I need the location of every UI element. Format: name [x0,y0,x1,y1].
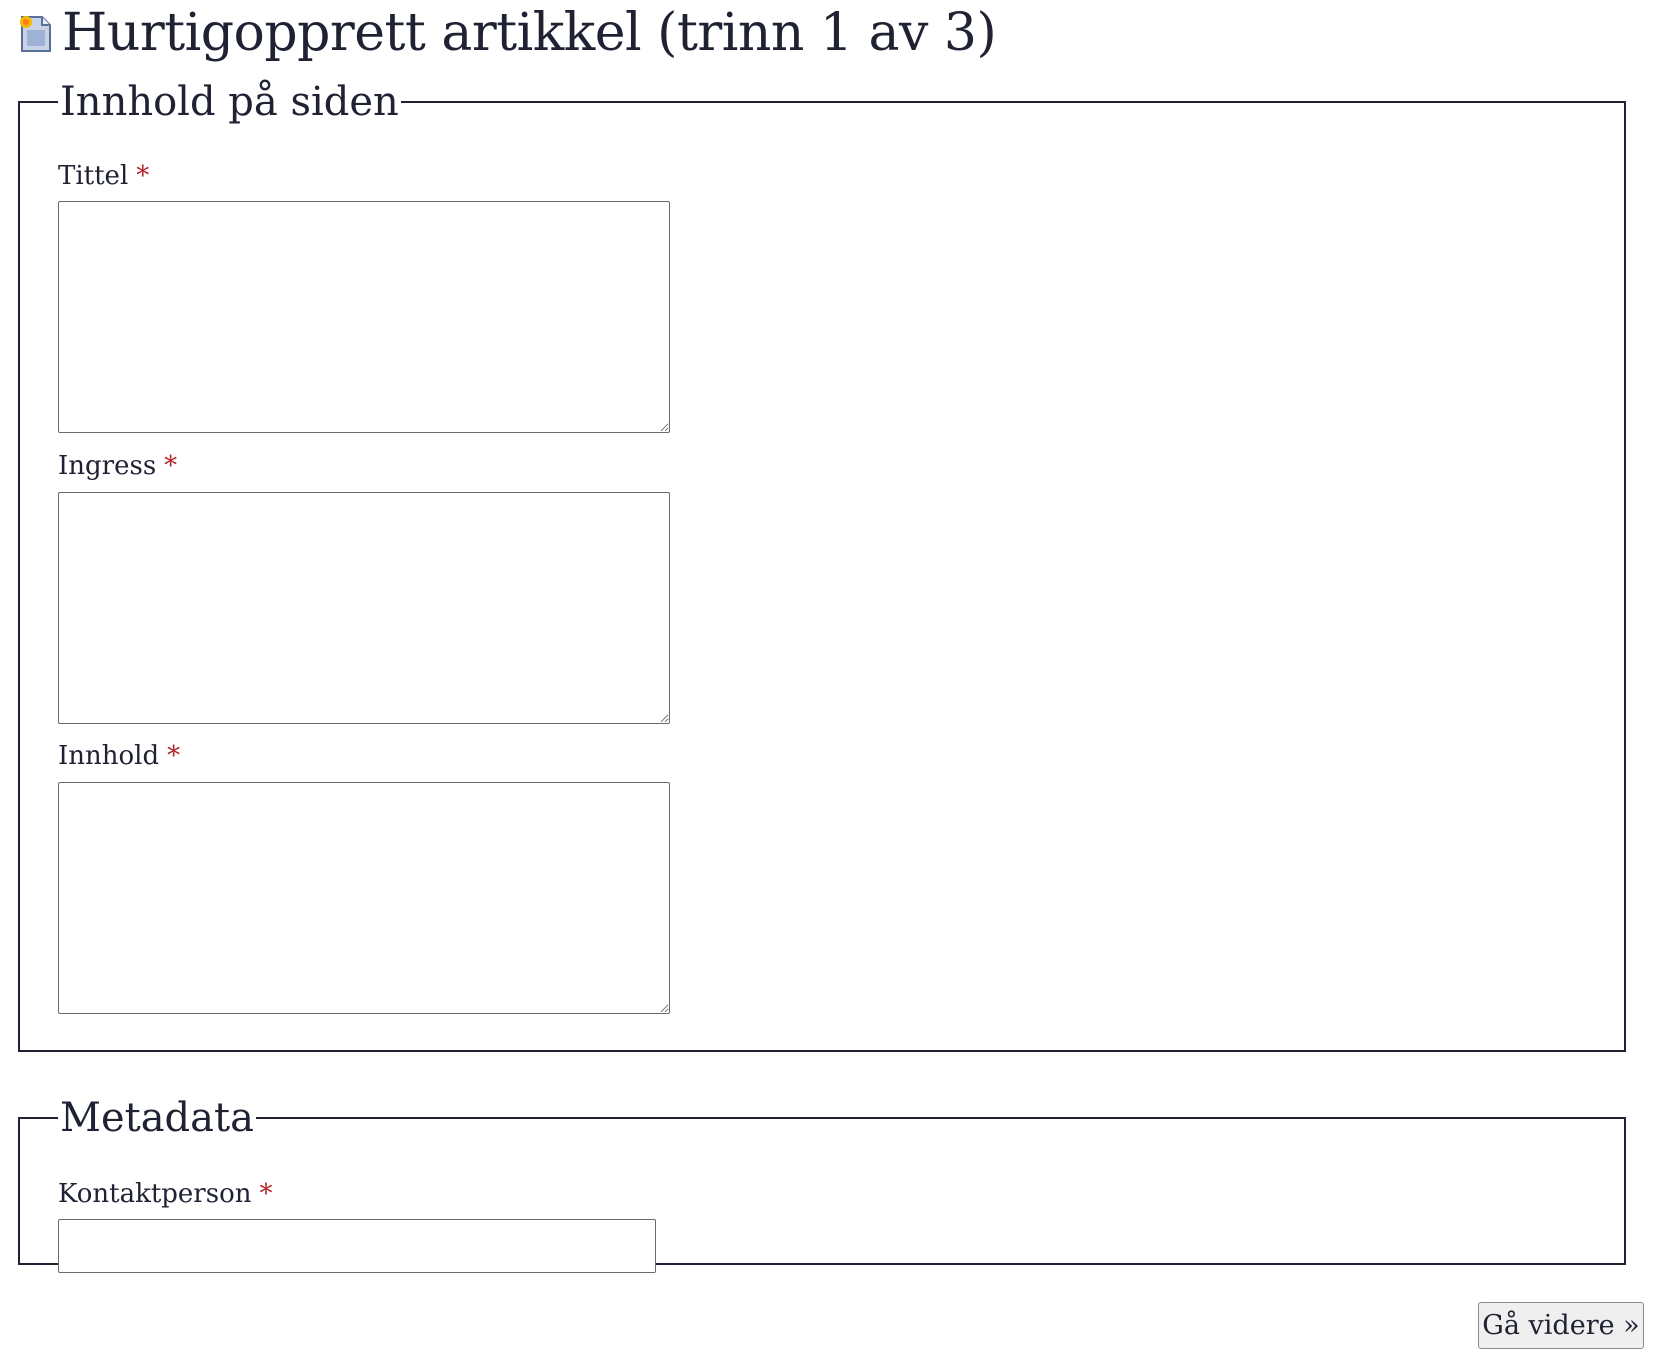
page-header: Hurtigopprett artikkel (trinn 1 av 3) [18,0,997,66]
contact-person-input[interactable] [58,1219,656,1273]
new-document-icon [18,13,54,53]
required-marker: * [136,161,150,191]
required-marker: * [167,741,181,771]
content-legend: Innhold på siden [60,79,399,125]
title-label: Tittel * [58,161,150,191]
title-textarea[interactable] [58,201,670,433]
page-title: Hurtigopprett artikkel (trinn 1 av 3) [62,3,997,63]
body-textarea[interactable] [58,782,670,1014]
required-marker: * [259,1179,273,1209]
lead-textarea[interactable] [58,492,670,724]
metadata-fieldset: Metadata Kontaktperson * [18,1095,1626,1273]
next-button[interactable]: Gå videre » [1478,1302,1644,1349]
contact-person-label: Kontaktperson * [58,1179,273,1209]
content-fieldset: Innhold på siden Tittel * Ingress * Innhol… [18,82,1626,1052]
body-label: Innhold * [58,741,181,771]
required-marker: * [164,451,178,481]
metadata-legend: Metadata [60,1095,254,1141]
lead-label: Ingress * [58,451,178,481]
